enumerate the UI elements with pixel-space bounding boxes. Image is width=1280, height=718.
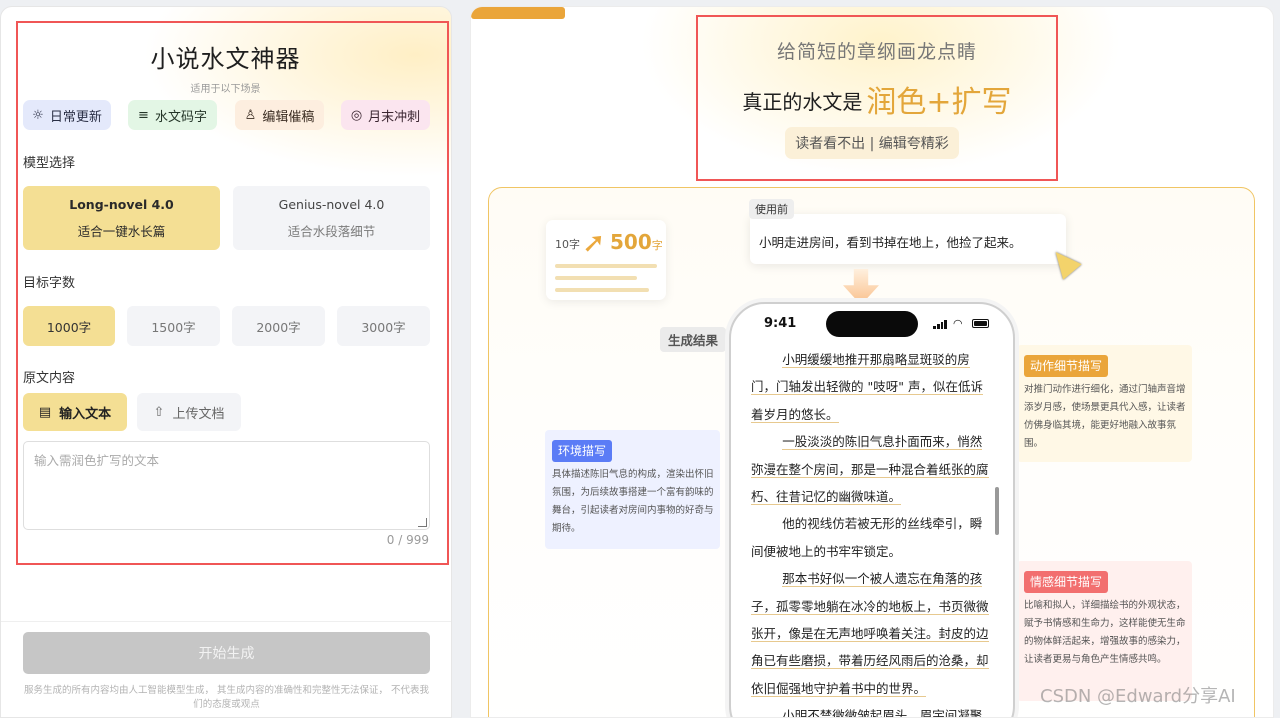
input-text-tab-label: 输入文本 bbox=[59, 406, 112, 422]
start-generate-button[interactable]: 开始生成 bbox=[23, 632, 430, 674]
scene-chip-editor-deadline[interactable]: ♙ 编辑催稿 bbox=[235, 100, 324, 130]
generated-paragraph: 那本书好似一个被人遗忘在角落的孩子，孤零零地躺在冰冷的地板上，书页微微张开，像是… bbox=[751, 571, 989, 697]
before-tag: 使用前 bbox=[749, 199, 794, 219]
generated-paragraph: 一股淡淡的陈旧气息扑面而来，悄然弥漫在整个房间，那是一种混合着纸张的腐朽、往昔记… bbox=[751, 434, 989, 506]
target-icon: ◎ bbox=[350, 107, 363, 123]
generated-paragraph: 小明不禁微微皱起眉头，眉宇间凝聚 bbox=[782, 708, 983, 718]
app-subtitle: 适用于以下场景 bbox=[190, 84, 261, 95]
generated-paragraph: 他的视线仿若被无形的丝线牵引，瞬间便被地上的书牢牢锁定。 bbox=[751, 516, 983, 559]
scene-chip-month-end-sprint[interactable]: ◎ 月末冲刺 bbox=[341, 100, 430, 130]
word-count-section-label: 目标字数 bbox=[23, 276, 76, 291]
sun-icon: ☼ bbox=[32, 107, 44, 123]
hero-tagline: 给简短的章纲画龙点睛 bbox=[776, 41, 977, 63]
stat-from: 10字 bbox=[555, 238, 580, 251]
phone-mockup: 9:41 ◠ 小明缓缓地推开那扇略显斑驳的房门，门轴发出轻微的 "吱呀" 声，似… bbox=[729, 302, 1015, 718]
disclaimer-text: 服务生成的所有内容均由人工智能模型生成， 其生成内容的准确性和完整性无法保证， … bbox=[23, 685, 430, 710]
hero-headline-prefix: 真正的水文是 bbox=[742, 90, 863, 114]
generated-text: 小明缓缓地推开那扇略显斑驳的房门，门轴发出轻微的 "吱呀" 声，似在低诉着岁月的… bbox=[751, 346, 991, 718]
document-icon: ▤ bbox=[38, 404, 52, 420]
annotation-tag-partial bbox=[471, 7, 565, 19]
word-count-option-2000[interactable]: 2000字 bbox=[232, 306, 325, 346]
annotation-text: 对推门动作进行细化，通过门轴声音增添岁月感，使场景更具代入感，让读者仿佛身临其境… bbox=[1024, 384, 1186, 449]
upload-icon: ⇧ bbox=[153, 404, 165, 420]
stat-bar bbox=[555, 276, 637, 280]
stat-to-number: 500 bbox=[610, 230, 652, 254]
annotation-text: 比喻和拟人，详细描绘书的外观状态，赋予书情感和生命力，这样能使无生命的物体鲜活起… bbox=[1024, 600, 1186, 665]
phone-scrollbar[interactable] bbox=[995, 487, 999, 535]
word-count-option-3000[interactable]: 3000字 bbox=[337, 306, 430, 346]
scene-chip-filler-typing[interactable]: ≡ 水文码字 bbox=[128, 100, 217, 130]
scene-chip-daily-update[interactable]: ☼ 日常更新 bbox=[23, 100, 111, 130]
word-count-option-1500[interactable]: 1500字 bbox=[127, 306, 220, 346]
lines-icon: ≡ bbox=[138, 107, 149, 123]
stat-bar bbox=[555, 288, 649, 292]
model-desc: 适合水段落细节 bbox=[287, 223, 376, 239]
stat-to-unit: 字 bbox=[651, 239, 663, 252]
hero-pill: 读者看不出 | 编辑夸精彩 bbox=[785, 127, 959, 159]
scene-chip-label: 月末冲刺 bbox=[368, 109, 421, 125]
stat-bar bbox=[555, 264, 657, 268]
expansion-stat-card: 10字 ➚ 500字 bbox=[546, 220, 666, 300]
scene-chip-label: 水文码字 bbox=[154, 109, 207, 125]
scene-chip-label: 编辑催稿 bbox=[262, 109, 315, 125]
arrow-up-icon: ➚ bbox=[582, 226, 606, 259]
scene-chip-label: 日常更新 bbox=[49, 109, 102, 125]
phone-time: 9:41 bbox=[764, 316, 797, 331]
model-option-long-novel[interactable]: Long-novel 4.0 适合一键水长篇 bbox=[23, 186, 220, 250]
app-title: 小说水文神器 bbox=[150, 45, 301, 73]
model-section-label: 模型选择 bbox=[23, 156, 76, 171]
upload-document-tab-label: 上传文档 bbox=[172, 406, 225, 422]
char-counter: 0 / 999 bbox=[386, 533, 429, 547]
before-text-card: 小明走进房间，看到书掉在地上，他捡了起来。 bbox=[750, 214, 1066, 264]
annotation-action: 动作细节描写 对推门动作进行细化，通过门轴声音增添岁月感，使场景更具代入感，让读… bbox=[1017, 345, 1192, 462]
upload-document-tab[interactable]: ⇧ 上传文档 bbox=[137, 393, 241, 431]
annotation-environment: 环境描写 具体描述陈旧气息的构成，渲染出怀旧氛围，为后续故事搭建一个富有韵味的舞… bbox=[545, 430, 720, 549]
config-panel: 小说水文神器 适用于以下场景 ☼ 日常更新 ≡ 水文码字 ♙ 编辑催稿 ◎ 月末… bbox=[0, 6, 452, 718]
generated-paragraph: 小明缓缓地推开那扇略显斑驳的房门，门轴发出轻微的 "吱呀" 声，似在低诉着岁月的… bbox=[751, 352, 983, 423]
hero-headline: 真正的水文是 润色+扩写 bbox=[696, 77, 1058, 121]
input-text-tab[interactable]: ▤ 输入文本 bbox=[23, 393, 127, 431]
model-option-genius-novel[interactable]: Genius-novel 4.0 适合水段落细节 bbox=[233, 186, 430, 250]
showcase-panel: 给简短的章纲画龙点睛 真正的水文是 润色+扩写 读者看不出 | 编辑夸精彩 10字… bbox=[470, 6, 1274, 718]
hero-headline-accent: 润色+扩写 bbox=[866, 85, 1012, 120]
source-section-label: 原文内容 bbox=[23, 371, 76, 386]
source-text-input[interactable]: 输入需润色扩写的文本 bbox=[23, 441, 430, 530]
dynamic-island bbox=[826, 311, 918, 337]
result-tag: 生成结果 bbox=[660, 327, 727, 352]
source-text-placeholder: 输入需润色扩写的文本 bbox=[34, 453, 160, 468]
annotation-tag: 情感细节描写 bbox=[1024, 571, 1109, 593]
annotation-text: 具体描述陈旧气息的构成，渲染出怀旧氛围，为后续故事搭建一个富有韵味的舞台，引起读… bbox=[552, 469, 714, 534]
stat-to: 500字 bbox=[610, 230, 663, 254]
watermark: CSDN @Edward分享AI bbox=[1040, 686, 1236, 707]
annotation-emotion: 情感细节描写 比喻和拟人，详细描绘书的外观状态，赋予书情感和生命力，这样能使无生… bbox=[1017, 561, 1192, 701]
person-icon: ♙ bbox=[244, 107, 257, 123]
model-name: Long-novel 4.0 bbox=[69, 196, 174, 212]
footer-divider bbox=[1, 621, 451, 622]
signal-icon bbox=[933, 320, 947, 329]
annotation-tag: 动作细节描写 bbox=[1024, 355, 1109, 377]
annotation-tag: 环境描写 bbox=[552, 440, 613, 462]
resize-handle-icon[interactable] bbox=[418, 518, 427, 527]
word-count-option-1000[interactable]: 1000字 bbox=[23, 306, 115, 346]
wifi-icon: ◠ bbox=[953, 317, 963, 330]
battery-icon bbox=[972, 319, 989, 328]
model-desc: 适合一键水长篇 bbox=[77, 223, 166, 239]
model-name: Genius-novel 4.0 bbox=[278, 196, 385, 212]
